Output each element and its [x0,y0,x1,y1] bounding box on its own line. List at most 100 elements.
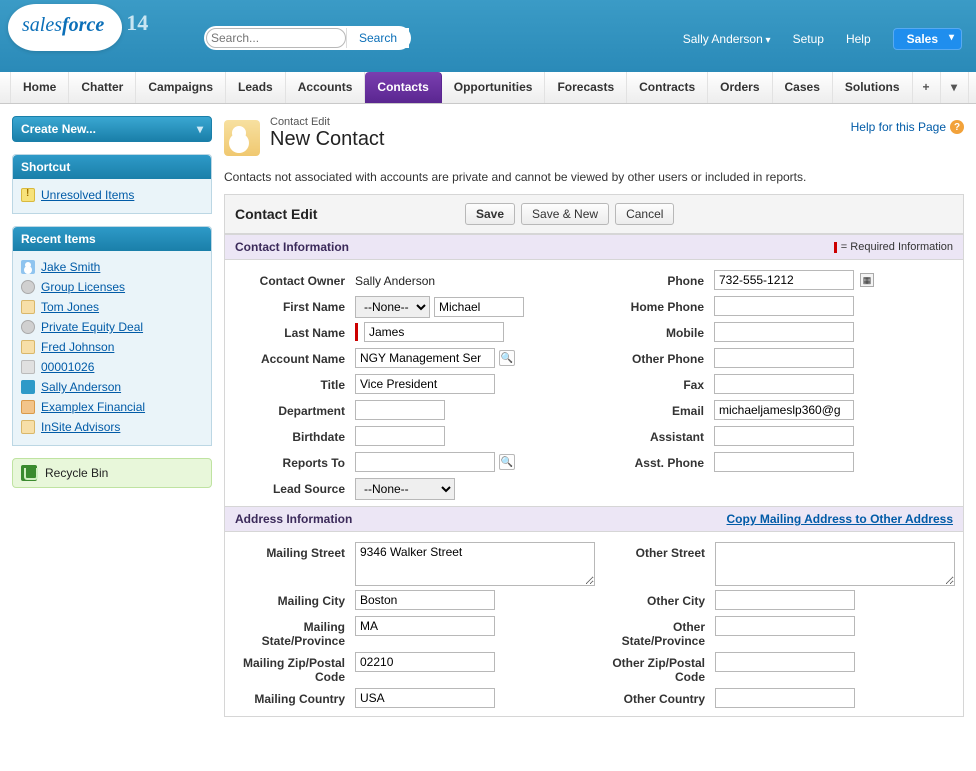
section-title: Contact Information [235,240,349,254]
save-button[interactable]: Save [465,203,515,225]
sidebar-item-label: Private Equity Deal [41,320,143,334]
recycle-label: Recycle Bin [45,466,108,480]
label-phone: Phone [594,270,714,288]
tab-opportunities[interactable]: Opportunities [442,72,546,103]
reports-to-lookup-icon[interactable]: 🔍 [499,454,515,470]
contact-icon [224,120,260,156]
mobile-field[interactable] [714,322,854,342]
copy-address-link[interactable]: Copy Mailing Address to Other Address [727,512,953,526]
sidebar-item[interactable]: InSite Advisors [21,417,203,437]
label-department: Department [235,400,355,418]
sidebar-item[interactable]: Fred Johnson [21,337,203,357]
setup-link[interactable]: Setup [793,32,824,46]
dvd-icon [21,280,35,294]
label-email: Email [594,400,714,418]
account-lookup-icon[interactable]: 🔍 [499,350,515,366]
label-other-state: Other State/Province [595,616,715,648]
required-note: = Required Information [834,241,953,253]
mailing-zip-field[interactable] [355,652,495,672]
tab-home[interactable]: Home [10,72,69,103]
fax-field[interactable] [714,374,854,394]
tab-leads[interactable]: Leads [226,72,286,103]
salutation-select[interactable]: --None-- [355,296,430,318]
tab-orders[interactable]: Orders [708,72,772,103]
reports-to-field[interactable] [355,452,495,472]
tab-overflow[interactable]: ▾ [941,72,969,103]
tab-add[interactable]: + [913,72,941,103]
other-country-field[interactable] [715,688,855,708]
file-icon [21,420,35,434]
mailing-street-field[interactable]: 9346 Walker Street [355,542,595,586]
sidebar-item-unresolved[interactable]: Unresolved Items [21,185,203,205]
sidebar-item[interactable]: Sally Anderson [21,377,203,397]
label-mobile: Mobile [594,322,714,340]
last-name-field[interactable] [364,322,504,342]
page-help-link[interactable]: Help for this Page ? [851,120,964,134]
section-title: Address Information [235,512,352,526]
mailing-city-field[interactable] [355,590,495,610]
first-name-field[interactable] [434,297,524,317]
tab-accounts[interactable]: Accounts [286,72,366,103]
tab-forecasts[interactable]: Forecasts [545,72,627,103]
tab-contracts[interactable]: Contracts [627,72,708,103]
person-icon [21,260,35,274]
cancel-button[interactable]: Cancel [615,203,674,225]
recent-items-block: Recent Items Jake SmithGroup LicensesTom… [12,226,212,446]
home-phone-field[interactable] [714,296,854,316]
birthdate-field[interactable] [355,426,445,446]
sidebar-item-label: Group Licenses [41,280,125,294]
tab-bar: HomeChatterCampaignsLeadsAccountsContact… [0,72,976,104]
label-birthdate: Birthdate [235,426,355,444]
account-name-field[interactable] [355,348,495,368]
contact-edit-form: Contact Edit Save Save & New Cancel Cont… [224,194,964,717]
create-new-menu[interactable]: Create New... [12,116,212,142]
label-title: Title [235,374,355,392]
user-menu[interactable]: Sally Anderson [683,32,771,46]
tab-chatter[interactable]: Chatter [69,72,136,103]
email-field[interactable] [714,400,854,420]
value-owner: Sally Anderson [355,270,594,288]
sidebar-item-label: Examplex Financial [41,400,145,414]
asst-phone-field[interactable] [714,452,854,472]
label-other-street: Other Street [595,542,715,560]
shortcut-heading: Shortcut [13,155,211,179]
label-reports-to: Reports To [235,452,355,470]
mailing-state-field[interactable] [355,616,495,636]
intro-text: Contacts not associated with accounts ar… [224,170,964,184]
other-city-field[interactable] [715,590,855,610]
sidebar-item[interactable]: Examplex Financial [21,397,203,417]
other-state-field[interactable] [715,616,855,636]
assistant-field[interactable] [714,426,854,446]
global-header: salesforce 14 Search Sally Anderson Setu… [0,0,976,72]
help-link[interactable]: Help [846,32,871,46]
section-contact-info: Contact Information = Required Informati… [225,234,963,260]
tab-solutions[interactable]: Solutions [833,72,913,103]
tab-cases[interactable]: Cases [773,72,833,103]
tab-contacts[interactable]: Contacts [365,72,441,103]
other-phone-field[interactable] [714,348,854,368]
recycle-bin[interactable]: Recycle Bin [12,458,212,488]
header-right: Sally Anderson Setup Help Sales [683,28,962,50]
sidebar-item[interactable]: 00001026 [21,357,203,377]
sidebar-item[interactable]: Private Equity Deal [21,317,203,337]
other-street-field[interactable] [715,542,955,586]
app-switcher[interactable]: Sales [893,28,962,50]
tab-campaigns[interactable]: Campaigns [136,72,226,103]
department-field[interactable] [355,400,445,420]
lead-source-select[interactable]: --None-- [355,478,455,500]
phone-field[interactable] [714,270,854,290]
logo[interactable]: salesforce 14 [8,4,122,51]
save-new-button[interactable]: Save & New [521,203,609,225]
other-zip-field[interactable] [715,652,855,672]
sidebar-item[interactable]: Jake Smith [21,257,203,277]
title-field[interactable] [355,374,495,394]
sidebar-item[interactable]: Tom Jones [21,297,203,317]
section-address-info: Address Information Copy Mailing Address… [225,506,963,532]
label-account: Account Name [235,348,355,366]
mailing-country-field[interactable] [355,688,495,708]
search-button[interactable]: Search [346,28,409,48]
sidebar-item-label: Unresolved Items [41,188,134,202]
form-header: Contact Edit Save Save & New Cancel [225,195,963,234]
search-input[interactable] [206,28,346,48]
sidebar-item[interactable]: Group Licenses [21,277,203,297]
